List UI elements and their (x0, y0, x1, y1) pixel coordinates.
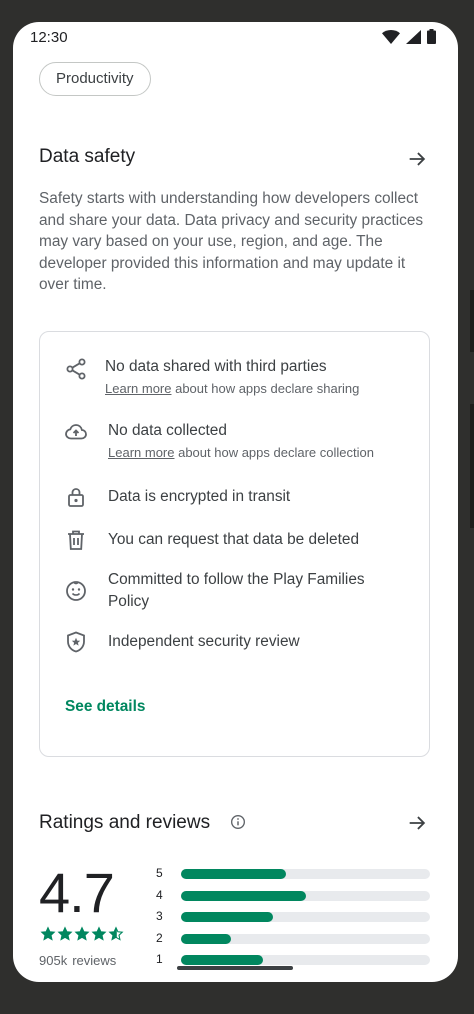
star-icon (40, 926, 56, 941)
learn-more-link[interactable]: Learn more (105, 381, 171, 396)
star-icon (74, 926, 90, 941)
data-safety-description: Safety starts with understanding how dev… (39, 190, 424, 294)
safety-item-subtext: Learn more about how apps declare sharin… (105, 381, 360, 396)
volume-button (470, 290, 474, 352)
rating-score: 4.7 (39, 861, 115, 924)
rating-bar-fill (181, 890, 306, 901)
rating-bar-label: 5 (156, 866, 163, 880)
rating-bar-fill (181, 933, 231, 944)
data-safety-title: Data safety (39, 146, 136, 167)
battery-icon (427, 29, 436, 44)
cellular-signal-icon (406, 29, 421, 44)
families-icon (66, 581, 86, 601)
shield-star-icon (67, 631, 85, 653)
screen: 12:30 Productivity Data safety Safety st… (13, 22, 458, 982)
lock-icon (68, 488, 84, 507)
safety-item-text: Independent security review (108, 633, 300, 650)
trash-icon (68, 530, 84, 550)
data-safety-card[interactable]: No data shared with third parties Learn … (39, 331, 430, 757)
star-rating (40, 926, 124, 942)
arrow-forward-icon[interactable] (406, 812, 428, 834)
rating-bar-fill (181, 955, 264, 965)
power-button (470, 404, 474, 528)
rating-bar-track (181, 890, 430, 901)
rating-bar-2: 2 (156, 930, 430, 946)
rating-bar-label: 1 (156, 952, 163, 966)
star-icon (91, 926, 107, 941)
rating-bar-track (181, 869, 430, 879)
share-icon (66, 358, 86, 380)
category-chip[interactable]: Productivity (39, 62, 151, 96)
safety-item-text: No data shared with third parties (105, 358, 327, 375)
learn-more-link[interactable]: Learn more (108, 445, 174, 460)
rating-bar-track (181, 955, 430, 965)
safety-item-subtext: Learn more about how apps declare collec… (108, 445, 374, 460)
rating-bar-fill (181, 869, 286, 879)
ratings-title: Ratings and reviews (39, 812, 211, 833)
arrow-forward-icon[interactable] (406, 148, 428, 170)
rating-bar-1: 1 (156, 952, 430, 967)
rating-bar-label: 4 (156, 887, 163, 902)
rating-bar-label: 3 (156, 909, 163, 923)
cloud-upload-icon (65, 424, 87, 440)
status-bar: 12:30 (13, 22, 458, 54)
see-details-link[interactable]: See details (65, 698, 145, 716)
info-icon[interactable] (230, 814, 246, 830)
wifi-icon (382, 29, 400, 44)
rating-bar-fill (181, 912, 274, 922)
rating-bar-label: 2 (156, 930, 163, 945)
rating-bar-3: 3 (156, 909, 430, 924)
review-count: 905k reviews (39, 953, 117, 968)
status-icons (382, 29, 436, 44)
rating-bar-5: 5 (156, 866, 430, 881)
safety-item-text: No data collected (108, 422, 227, 439)
home-indicator[interactable] (177, 966, 293, 970)
status-time: 12:30 (30, 29, 68, 46)
star-icon (57, 926, 73, 941)
safety-item-text: Committed to follow the Play Families Po… (108, 571, 365, 610)
rating-bar-track (181, 933, 430, 944)
star-icon (108, 926, 124, 941)
rating-bar-4: 4 (156, 887, 430, 903)
safety-item-text: Data is encrypted in transit (108, 488, 291, 505)
safety-item-text: You can request that data be deleted (108, 531, 360, 548)
rating-bar-track (181, 912, 430, 922)
